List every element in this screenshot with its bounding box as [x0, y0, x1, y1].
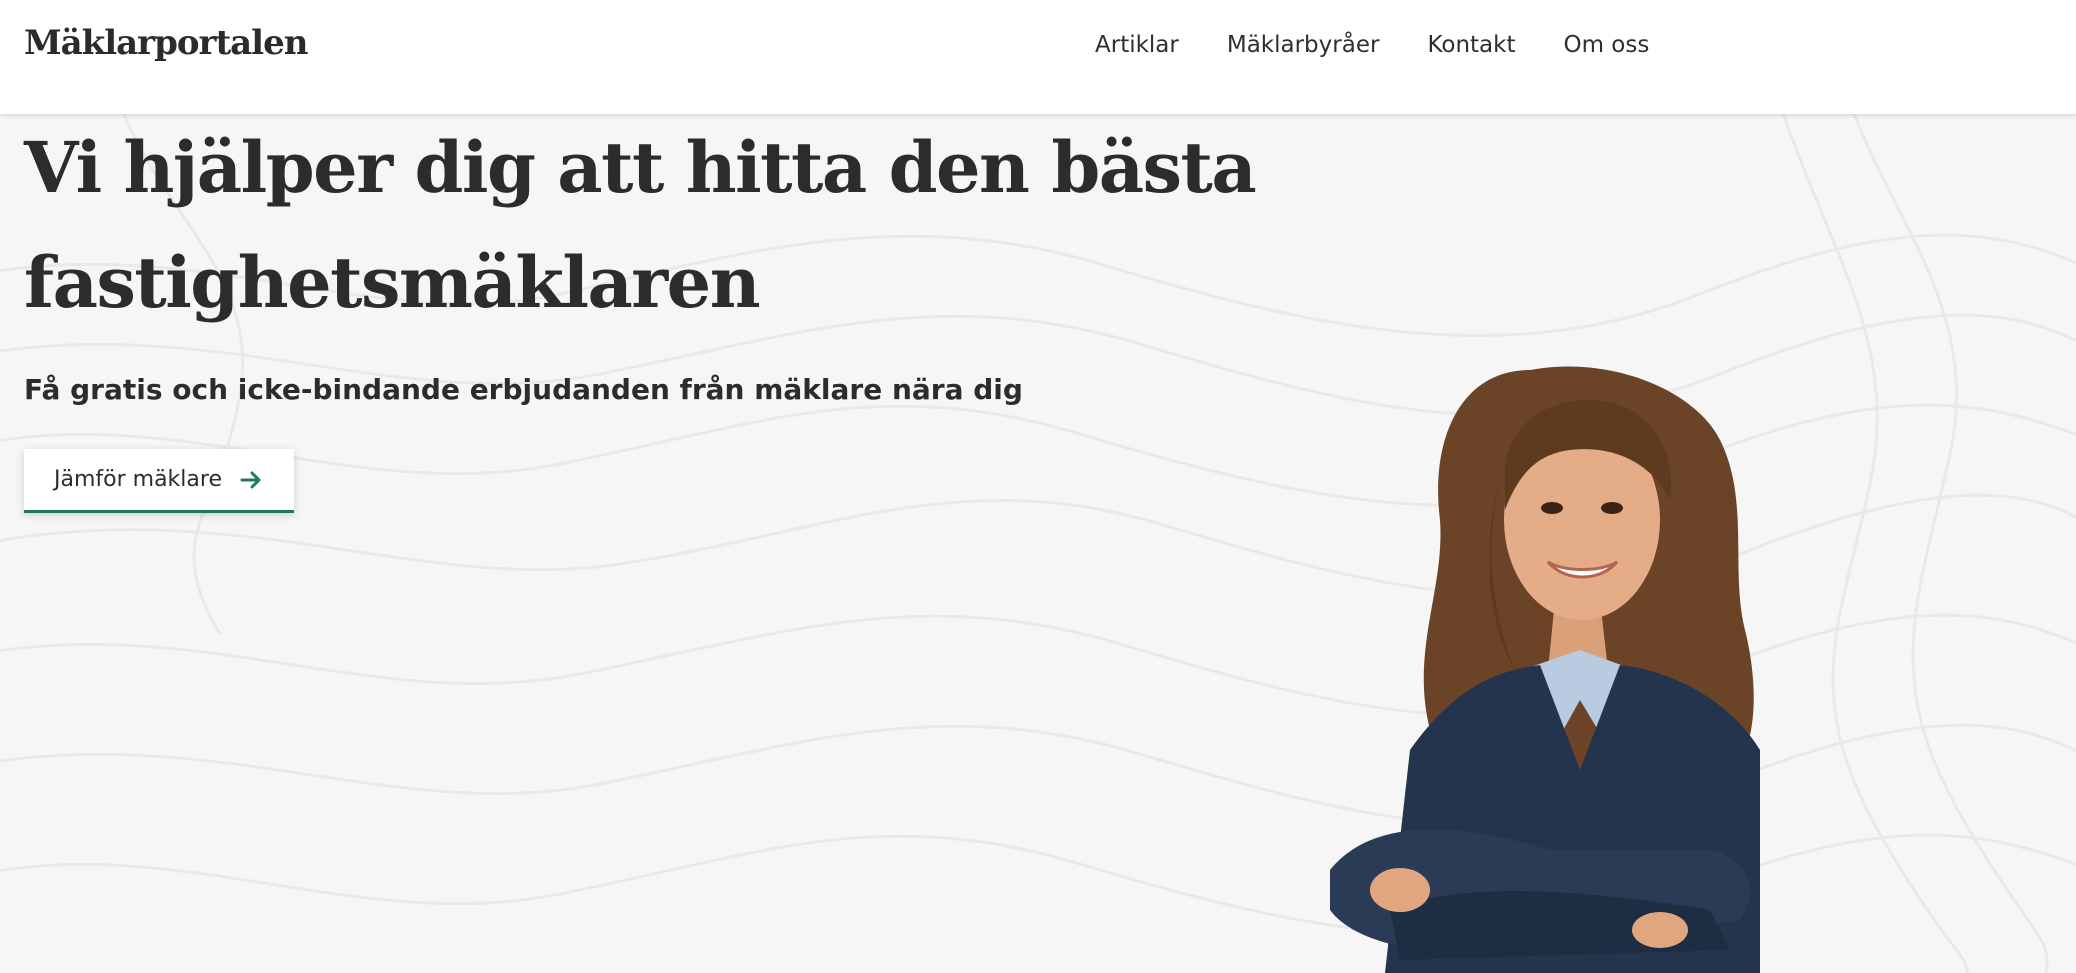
compare-brokers-button[interactable]: Jämför mäklare — [24, 449, 294, 513]
broker-portrait-image — [1330, 366, 1760, 973]
cta-label: Jämför mäklare — [54, 467, 222, 492]
hero-title-line-2: fastighetsmäklaren — [24, 241, 761, 324]
nav-item-maklarbyraer[interactable]: Mäklarbyråer — [1227, 32, 1380, 58]
nav-item-om-oss[interactable]: Om oss — [1563, 32, 1649, 58]
site-header: Mäklarportalen Artiklar Mäklarbyråer Kon… — [0, 0, 2076, 114]
main-nav: Artiklar Mäklarbyråer Kontakt Om oss — [1095, 0, 1697, 90]
site-logo[interactable]: Mäklarportalen — [24, 19, 308, 67]
arrow-right-icon — [240, 470, 262, 490]
hero-title-line-1: Vi hjälper dig att hitta den bästa — [24, 126, 1257, 209]
nav-item-artiklar[interactable]: Artiklar — [1095, 32, 1179, 58]
hero-subtitle: Få gratis och icke-bindande erbjudanden … — [24, 373, 1023, 406]
hero-title: Vi hjälper dig att hitta den bästa fasti… — [24, 110, 1324, 340]
nav-item-kontakt[interactable]: Kontakt — [1427, 32, 1515, 58]
